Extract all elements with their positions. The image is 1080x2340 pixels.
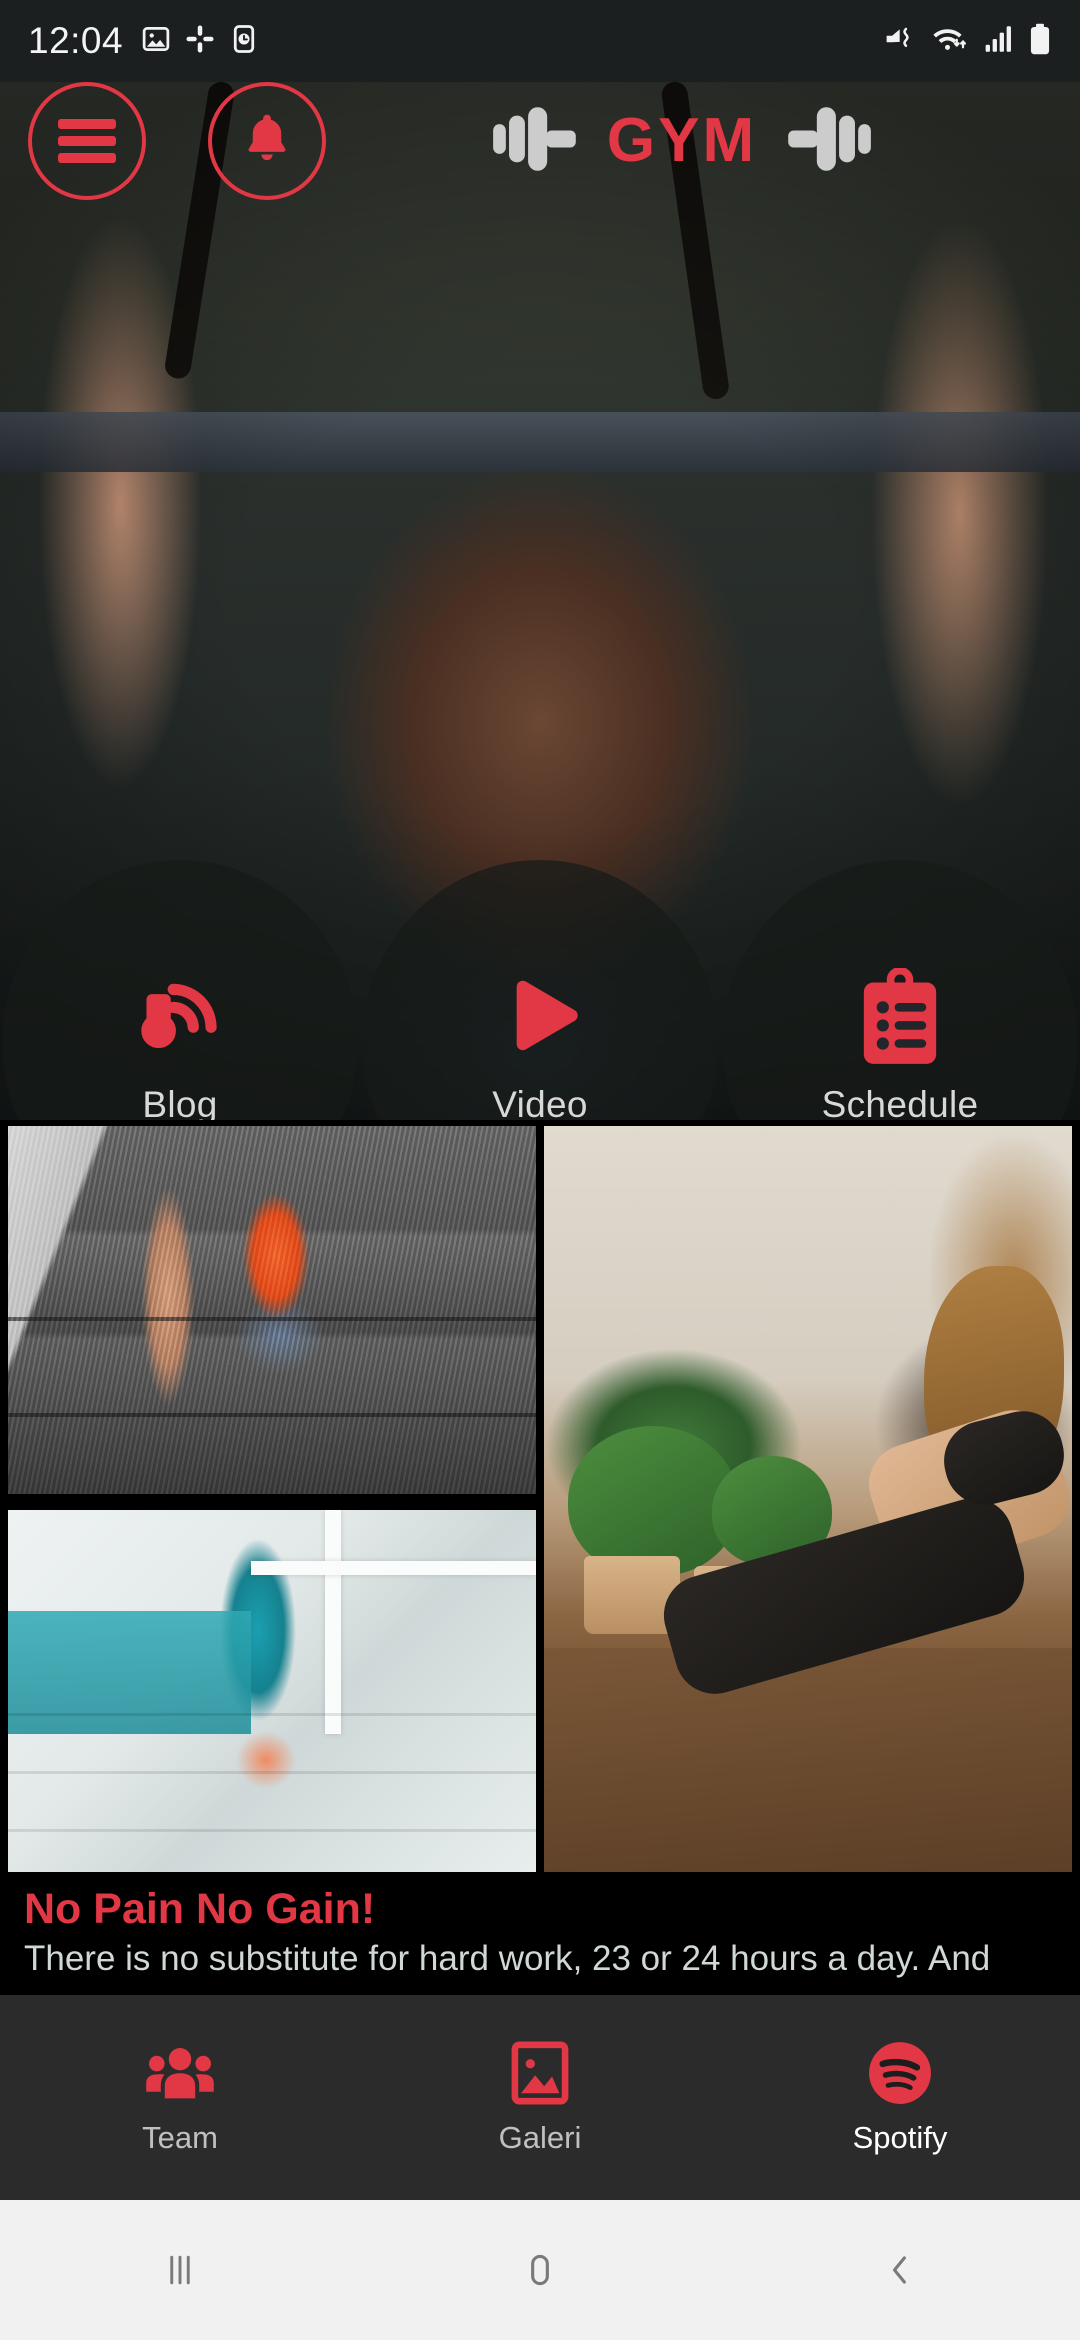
status-bar-system-icons (884, 23, 1052, 60)
quick-action-schedule-label: Schedule (821, 1084, 979, 1120)
back-chevron-icon (892, 2256, 906, 2284)
image-gallery-icon (503, 2040, 577, 2106)
bottom-nav-item-galeri[interactable]: Galeri (360, 2040, 720, 2156)
gallery-photo-running-shoes (8, 1126, 536, 1494)
mute-vibrate-icon (884, 23, 918, 60)
gallery-photo-yoga-plank (544, 1126, 1072, 1872)
hamburger-menu-icon (58, 119, 116, 163)
recents-button[interactable] (0, 2248, 360, 2292)
app-logo: GYM (326, 104, 1052, 179)
bottom-nav-label-team: Team (142, 2119, 218, 2155)
dumbbell-icon (767, 104, 873, 179)
quote-body: There is no substitute for hard work, 23… (24, 1939, 991, 1979)
slack-icon (185, 24, 215, 59)
bottom-nav-label-spotify: Spotify (852, 2119, 948, 2155)
handrail-vertical (324, 1510, 341, 1735)
yoga-floor (544, 1648, 1072, 1872)
gallery-item-teal-leggings[interactable] (8, 1510, 536, 1872)
gallery-item-yoga-plank[interactable] (544, 1126, 1072, 1872)
android-system-nav (0, 2200, 1080, 2340)
quick-action-blog[interactable]: Blog (0, 860, 360, 1120)
hamburger-menu-button[interactable] (28, 82, 146, 200)
quick-actions-row: Blog Video Schedule (0, 860, 1080, 1120)
blog-rss-icon (120, 960, 240, 1080)
clipboard-list-icon (840, 960, 960, 1080)
app-header: GYM (0, 82, 1080, 200)
dumbbell-icon (491, 104, 597, 179)
bottom-navigation: Team Galeri Spotify (0, 1995, 1080, 2200)
status-bar: 12:04 (0, 0, 1080, 82)
clock-icon (229, 24, 259, 59)
battery-icon (1028, 23, 1052, 60)
app-root: 12:04 Blog Video Schedule GYM No Pain No… (0, 0, 1080, 2340)
pool-area (8, 1611, 251, 1735)
bottom-nav-item-spotify[interactable]: Spotify (720, 2040, 1080, 2156)
bell-icon (236, 108, 298, 175)
gallery-grid (0, 1126, 1080, 1872)
quick-action-video[interactable]: Video (360, 860, 720, 1120)
gallery-photo-teal-leggings (8, 1510, 536, 1872)
bottom-nav-label-galeri: Galeri (498, 2119, 582, 2155)
bottom-nav-item-team[interactable]: Team (0, 2040, 360, 2156)
gallery-item-running-shoes[interactable] (8, 1126, 536, 1494)
app-logo-text: GYM (606, 106, 758, 175)
spotify-icon (863, 2040, 937, 2106)
status-bar-notification-icons (141, 24, 259, 59)
group-people-icon (143, 2040, 217, 2106)
quick-action-schedule[interactable]: Schedule (720, 860, 1080, 1120)
wifi-icon (932, 24, 970, 59)
image-icon (141, 24, 171, 59)
quick-action-video-label: Video (492, 1084, 588, 1120)
home-button[interactable] (360, 2248, 720, 2292)
signal-bars-icon (984, 25, 1014, 58)
status-bar-clock: 12:04 (28, 20, 124, 61)
play-icon (480, 960, 600, 1080)
recents-icon (170, 2255, 190, 2285)
back-button[interactable] (720, 2248, 1080, 2292)
handrail-horizontal (250, 1560, 536, 1575)
quick-action-blog-label: Blog (142, 1084, 218, 1120)
notification-button[interactable] (208, 82, 326, 200)
quote-section: No Pain No Gain! There is no substitute … (0, 1872, 1080, 1995)
hero-image: Blog Video Schedule (0, 82, 1080, 1120)
home-circle-icon (531, 2254, 549, 2286)
quote-title: No Pain No Gain! (24, 1885, 376, 1933)
